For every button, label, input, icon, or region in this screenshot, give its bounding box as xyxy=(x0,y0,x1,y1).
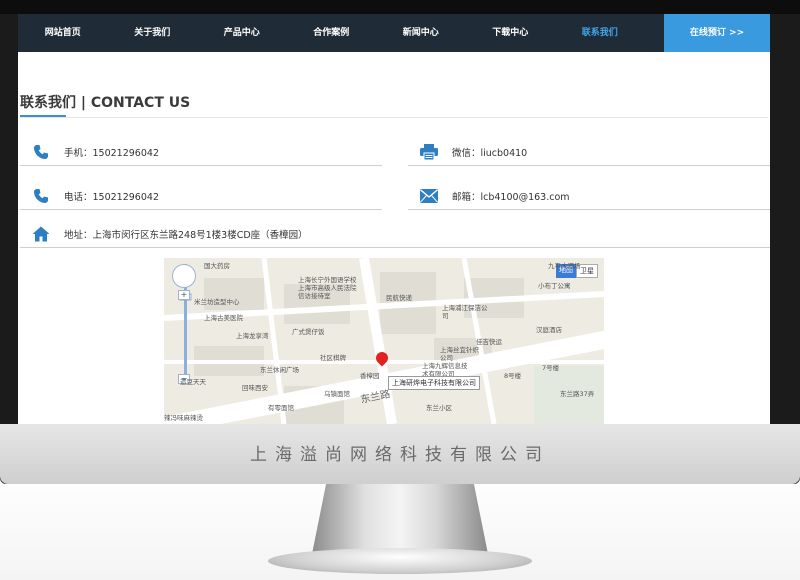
map-label: 米兰坊造型中心 xyxy=(194,298,240,306)
title-underline xyxy=(20,115,66,117)
map-marker-label: 上海研烨电子科技有限公司 xyxy=(388,376,480,390)
mail-icon xyxy=(418,187,440,205)
map-label: 社区棋牌 xyxy=(320,354,346,362)
phone-text: 电话：15021296042 xyxy=(64,191,159,203)
map-label: 上海长宁外国语学校 xyxy=(298,276,357,284)
monitor-stand-base xyxy=(268,548,532,574)
map-label: 国大药房 xyxy=(204,262,230,270)
contact-row-phone: 电话：15021296042 xyxy=(20,182,382,210)
map-label: 香樟园 xyxy=(360,372,380,380)
nav-item-home[interactable]: 网站首页 xyxy=(18,14,108,52)
contact-row-address: 地址：上海市闵行区东兰路248号1楼3楼CD座（香樟园） xyxy=(20,220,770,248)
map-label: 汉庭酒店 xyxy=(536,326,562,334)
map-label: 遗豆天天 xyxy=(180,378,206,386)
contact-row-wechat: 微信：liucb0410 xyxy=(408,138,770,166)
book-online-button[interactable]: 在线预订 >> xyxy=(664,14,770,52)
nav-item-news[interactable]: 新闻中心 xyxy=(376,14,466,52)
map-label: 东兰休闲广场 xyxy=(260,366,299,374)
top-nav: 网站首页 关于我们 产品中心 合作案例 新闻中心 下载中心 联系我们 在线预订 … xyxy=(18,14,770,52)
phone-icon xyxy=(30,187,52,205)
nav-item-products[interactable]: 产品中心 xyxy=(197,14,287,52)
map-zoom-in-button[interactable]: + xyxy=(178,290,190,300)
monitor-mockup: 网站首页 关于我们 产品中心 合作案例 新闻中心 下载中心 联系我们 在线预订 … xyxy=(0,0,800,580)
contact-row-email: 邮箱：lcb4100@163.com xyxy=(408,182,770,210)
phone-icon xyxy=(30,143,52,161)
map-label: 上海丝宜针织公司 xyxy=(440,346,479,362)
map-label: 广式煲仔饭 xyxy=(292,328,325,336)
page-title: 联系我们 | CONTACT US xyxy=(20,95,191,111)
map-label: 小布丁公寓 xyxy=(538,282,571,290)
monitor-stand-neck xyxy=(312,484,488,554)
home-icon xyxy=(30,225,52,243)
map-label: 上海龙享湾 xyxy=(236,332,269,340)
map-label: 有零面馆 xyxy=(268,404,294,412)
nav-item-downloads[interactable]: 下载中心 xyxy=(466,14,556,52)
map-label: 东兰小区 xyxy=(426,404,452,412)
nav-item-about[interactable]: 关于我们 xyxy=(108,14,198,52)
company-brand: 上海溢尚网络科技有限公司 xyxy=(250,445,550,465)
map-label: 乌镇面馆 xyxy=(324,390,350,398)
map-label: 上海古美医院 xyxy=(204,314,243,322)
map-label: 东兰路37弄 xyxy=(560,390,595,398)
map-pan-control[interactable] xyxy=(172,264,196,288)
screen: 网站首页 关于我们 产品中心 合作案例 新闻中心 下载中心 联系我们 在线预订 … xyxy=(18,14,770,424)
wechat-text: 微信：liucb0410 xyxy=(452,147,528,159)
map-label: 辣冯味麻辣烫 xyxy=(164,414,203,422)
map-label: 佳吉快运 xyxy=(476,338,502,346)
mobile-text: 手机：15021296042 xyxy=(64,147,159,159)
printer-icon xyxy=(418,143,440,161)
monitor-top-edge xyxy=(0,0,800,14)
nav-item-cases[interactable]: 合作案例 xyxy=(287,14,377,52)
location-map[interactable]: + − 地图 卫星 国大药房 九平大酒场 小布丁公寓 上海长宁外国语学校 上海市… xyxy=(164,258,604,424)
map-label: 九平大酒场 xyxy=(548,262,581,270)
map-label: 7号楼 xyxy=(542,364,560,372)
map-label: 上海市高级人民法院信访接待室 xyxy=(298,284,357,300)
map-label: 8号楼 xyxy=(504,372,522,380)
nav-item-contact[interactable]: 联系我们 xyxy=(555,14,645,52)
map-label: 民航快递 xyxy=(386,294,412,302)
title-divider xyxy=(20,117,768,118)
email-text: 邮箱：lcb4100@163.com xyxy=(452,191,570,203)
map-label: 回味西安 xyxy=(242,384,268,392)
contact-row-mobile: 手机：15021296042 xyxy=(20,138,382,166)
address-text: 地址：上海市闵行区东兰路248号1楼3楼CD座（香樟园） xyxy=(64,229,308,241)
map-label: 上海浦江保洁公司 xyxy=(442,304,488,320)
